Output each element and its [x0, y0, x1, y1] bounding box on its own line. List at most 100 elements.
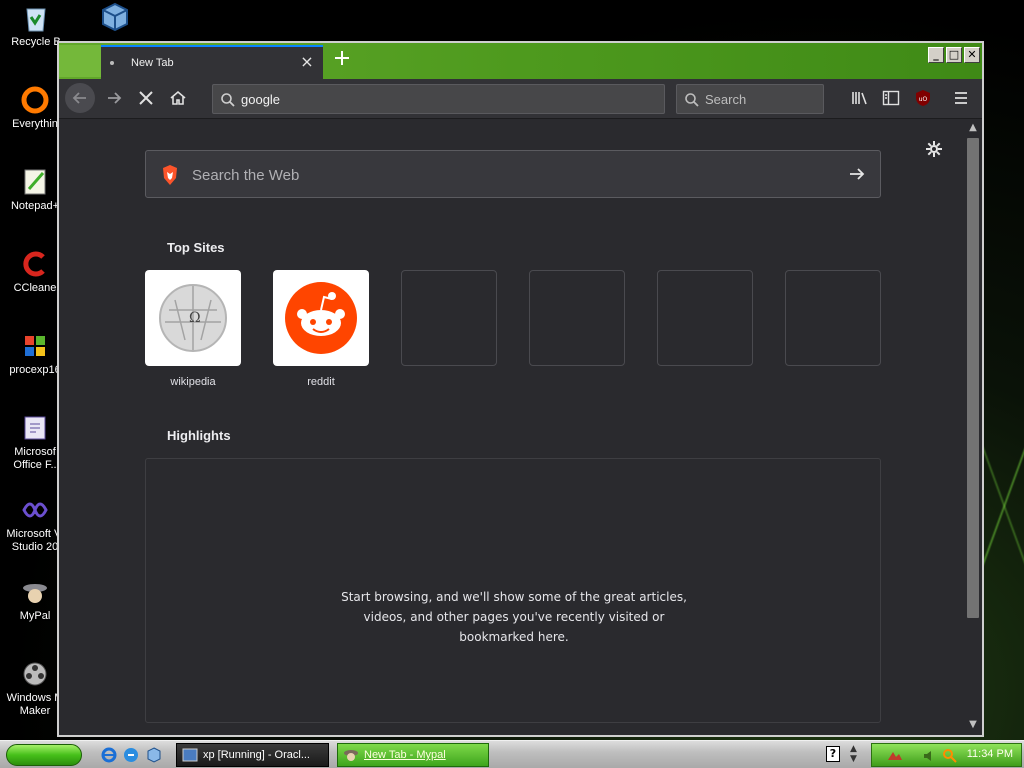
search-bar[interactable] [676, 84, 824, 114]
tray-expand-icon[interactable]: ▲ ▼ [850, 744, 857, 764]
new-tab-button[interactable] [331, 49, 353, 71]
window-controls: _ □ ✕ [928, 47, 980, 63]
movie-maker-icon [19, 658, 51, 690]
empty-site-tile[interactable] [657, 270, 753, 366]
highlights-heading: Highlights [167, 428, 231, 443]
desktop-icon-label: Microsof Office F.. [13, 446, 57, 471]
notepad-plus-icon [19, 166, 51, 198]
scroll-up-arrow-icon[interactable]: ▲ [964, 122, 982, 136]
web-search-input[interactable] [192, 165, 812, 185]
virtualbox-desktop-icon[interactable] [100, 2, 130, 32]
top-site-wikipedia[interactable]: Ω wikipedia [145, 270, 241, 388]
virtualbox-quicklaunch-icon[interactable] [145, 746, 163, 764]
library-button[interactable] [845, 83, 875, 113]
browser-window: New Tab × _ □ ✕ google Search uO Search … [57, 41, 984, 737]
visual-studio-icon [19, 494, 51, 526]
stop-x-icon [139, 91, 153, 105]
site-tile[interactable] [273, 270, 369, 366]
highlights-message-line: Start browsing, and we'll show some of t… [341, 590, 687, 604]
highlights-empty-message: Start browsing, and we'll show some of t… [146, 587, 882, 647]
tab-new-tab[interactable]: New Tab × [101, 45, 323, 79]
svg-text:Ω: Ω [189, 310, 201, 326]
vertical-scrollbar[interactable]: ▲ ▼ [964, 120, 982, 735]
site-label: reddit [307, 376, 335, 388]
top-site-empty[interactable] [657, 270, 753, 366]
top-site-reddit[interactable]: reddit [273, 270, 369, 388]
scroll-down-arrow-icon[interactable]: ▼ [964, 719, 982, 733]
empty-site-tile[interactable] [529, 270, 625, 366]
office-icon [19, 412, 51, 444]
recycle-bin-icon [20, 2, 52, 34]
ccleaner-icon [19, 248, 51, 280]
title-bar[interactable]: New Tab × _ □ ✕ [59, 43, 982, 79]
start-button[interactable] [6, 744, 82, 766]
top-site-empty[interactable] [401, 270, 497, 366]
hamburger-menu-icon [955, 92, 967, 104]
home-button[interactable] [163, 83, 193, 113]
edge-quicklaunch-icon[interactable] [122, 746, 140, 764]
scroll-thumb[interactable] [967, 138, 979, 618]
brave-lion-icon [163, 165, 177, 185]
top-site-empty[interactable] [785, 270, 881, 366]
top-sites-grid: Ω wikipedia reddit [145, 270, 885, 400]
ublock-button[interactable]: uO [908, 83, 938, 113]
taskbar-item-label: xp [Running] - Oracl... [203, 749, 310, 761]
close-window-button[interactable]: ✕ [964, 47, 980, 63]
tab-title: New Tab [131, 57, 174, 69]
arrow-right-icon[interactable] [848, 165, 866, 183]
tab-loading-icon [110, 61, 114, 65]
mypal-icon [19, 576, 51, 608]
web-search-box[interactable] [145, 150, 881, 198]
forward-arrow-icon [108, 92, 122, 104]
mypal-window-icon [344, 750, 358, 761]
navigation-toolbar: uO [59, 79, 982, 119]
top-site-empty[interactable] [529, 270, 625, 366]
site-tile[interactable]: Ω [145, 270, 241, 366]
highlights-panel: Start browsing, and we'll show some of t… [145, 458, 881, 723]
customize-gear-icon[interactable] [925, 140, 943, 158]
library-icon [852, 92, 867, 105]
new-tab-page: Top Sites Ω wikipedia [59, 120, 982, 735]
taskbar-item-label: New Tab - Mypal [364, 749, 446, 761]
ie-quicklaunch-icon[interactable] [100, 746, 118, 764]
taskbar-item-mypal[interactable]: New Tab - Mypal [337, 743, 489, 767]
search-icon [221, 93, 235, 107]
search-icon [685, 93, 699, 107]
site-label: wikipedia [170, 376, 216, 388]
highlights-message-line: videos, and other pages you've recently … [363, 610, 665, 624]
tab-strip-left [59, 45, 101, 77]
taskbar: xp [Running] - Oracl... New Tab - Mypal … [0, 740, 1024, 768]
menu-button[interactable] [946, 83, 976, 113]
ublock-shield-icon: uO [916, 90, 930, 106]
clock: 11:34 PM [966, 748, 1013, 760]
system-tray: 11:34 PM [871, 743, 1022, 767]
back-button[interactable] [65, 83, 95, 113]
minimize-button[interactable]: _ [928, 47, 944, 63]
url-bar[interactable] [212, 84, 665, 114]
reddit-icon [285, 282, 357, 354]
maximize-button[interactable]: □ [946, 47, 962, 63]
help-tray-icon[interactable]: ? [826, 746, 840, 762]
virtualbox-window-icon [182, 748, 198, 762]
sidebar-icon [882, 90, 900, 106]
wikipedia-icon: Ω [159, 284, 227, 352]
plus-icon [335, 51, 349, 65]
stop-button[interactable] [131, 83, 161, 113]
taskbar-item-virtualbox[interactable]: xp [Running] - Oracl... [176, 743, 329, 767]
empty-site-tile[interactable] [785, 270, 881, 366]
empty-site-tile[interactable] [401, 270, 497, 366]
back-arrow-icon [72, 92, 86, 104]
tab-close-icon[interactable]: × [299, 54, 315, 70]
forward-button[interactable] [99, 83, 129, 113]
url-input[interactable] [241, 90, 641, 108]
search-input[interactable] [705, 90, 815, 108]
everything-icon [19, 84, 51, 116]
home-icon [170, 90, 186, 105]
process-explorer-icon [19, 330, 51, 362]
search-tray-icon [943, 749, 957, 763]
network-tray-icon [888, 752, 902, 760]
sidebar-button[interactable] [876, 83, 906, 113]
top-sites-heading: Top Sites [167, 240, 225, 255]
desktop-icon-label: Windows M Maker [6, 692, 64, 717]
desktop-icons: Recycle B Everythin Notepad+ CCleane pro… [0, 0, 64, 740]
